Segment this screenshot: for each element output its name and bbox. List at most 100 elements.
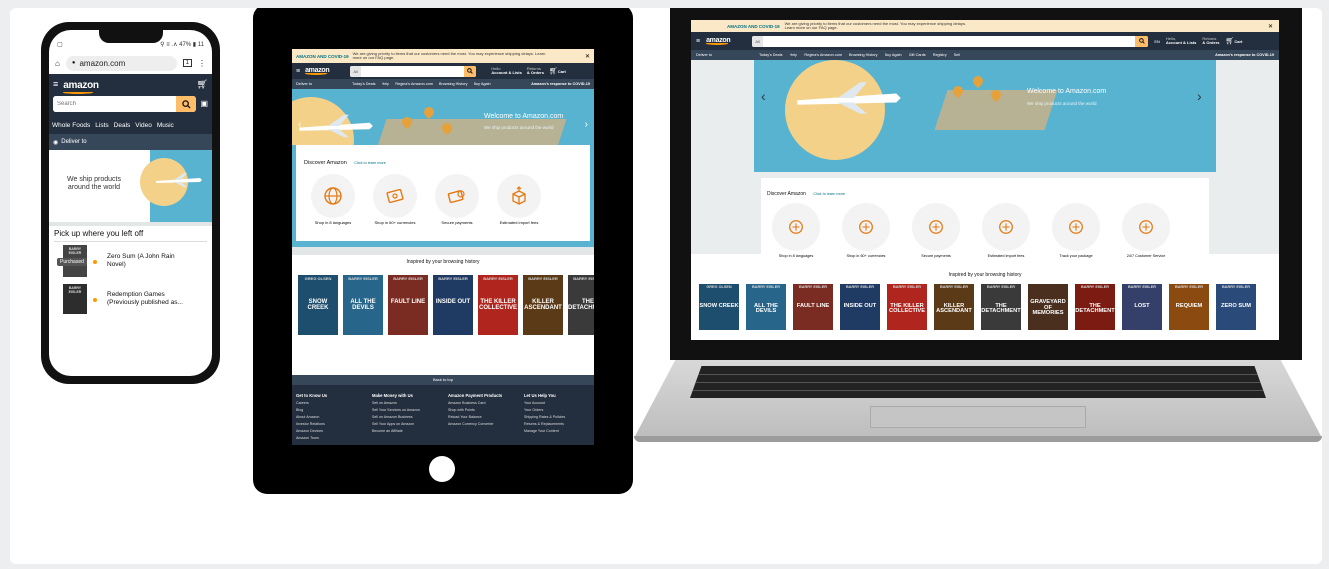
- book-cover[interactable]: BARRY EISLER KILLER ASCENDANT: [523, 275, 563, 335]
- account-menu[interactable]: Hello Account & Lists: [491, 66, 521, 76]
- feature-item[interactable]: Shop in 60+ currencies: [837, 203, 895, 259]
- footer-link[interactable]: About Amazon: [296, 415, 362, 420]
- nav-item[interactable]: Sell: [954, 53, 960, 57]
- nav-item[interactable]: Gift Cards: [909, 53, 926, 57]
- footer-link[interactable]: Amazon Business Card: [448, 401, 514, 406]
- covid-response-link[interactable]: Amazon's response to COVID-19: [1215, 53, 1274, 57]
- orders-menu[interactable]: Returns & Orders: [1202, 36, 1219, 46]
- book-cover[interactable]: BARRY EISLER LOST: [1122, 284, 1162, 330]
- account-menu[interactable]: Hello, Account & Lists: [1166, 36, 1196, 46]
- deliver-to[interactable]: Deliver to: [696, 53, 752, 57]
- book-cover[interactable]: BARRY EISLER THE DETACHMENT: [981, 284, 1021, 330]
- book-cover[interactable]: BARRY EISLER INSIDE OUT: [840, 284, 880, 330]
- covid-response-link[interactable]: Amazon's response to COVID-19: [531, 82, 590, 86]
- book-cover[interactable]: BARRY EISLER ALL THE DEVILS: [746, 284, 786, 330]
- book-cover[interactable]: BARRY EISLER ZERO SUM: [1216, 284, 1256, 330]
- footer-link[interactable]: Blog: [296, 408, 362, 413]
- carousel-prev-icon[interactable]: ‹: [761, 88, 766, 104]
- back-to-top[interactable]: Back to top: [292, 375, 594, 385]
- nav-item[interactable]: Browsing History: [439, 82, 467, 86]
- cart-button[interactable]: 🛒︎Cart: [1226, 37, 1243, 45]
- footer-link[interactable]: Amazon Currency Converter: [448, 422, 514, 427]
- book-cover[interactable]: BARRY EISLER THE DETACHMENT: [568, 275, 594, 335]
- phone-logo[interactable]: amazon: [63, 75, 99, 94]
- nav-item[interactable]: Buy Again: [474, 82, 491, 86]
- search-scope[interactable]: All: [752, 35, 763, 47]
- orders-menu[interactable]: Returns & Orders: [527, 66, 544, 76]
- book-cover[interactable]: BARRY EISLER INSIDE OUT: [433, 275, 473, 335]
- menu-icon[interactable]: ≡: [53, 79, 58, 89]
- covid-title[interactable]: AMAZON AND COVID-19: [296, 54, 349, 59]
- laptop-hero[interactable]: ‹ › Welcome to Amazon.com We ship produc…: [691, 60, 1279, 172]
- nav-item[interactable]: Regina's Amazon.com: [395, 82, 433, 86]
- nav-item[interactable]: Help: [790, 53, 798, 57]
- feature-item[interactable]: Shop in 8 languages: [767, 203, 825, 259]
- book-cover[interactable]: GRAVEYARD OF MEMORIES: [1028, 284, 1068, 330]
- feature-languages[interactable]: Shop in 8 languages: [308, 174, 358, 226]
- phone-nav-item[interactable]: Whole Foods: [52, 122, 90, 129]
- feature-payments[interactable]: Secure payments: [432, 174, 482, 226]
- footer-link[interactable]: Careers: [296, 401, 362, 406]
- footer-link[interactable]: Sell Your Services on Amazon: [372, 408, 438, 413]
- book-cover[interactable]: BARRY EISLER FAULT LINE: [793, 284, 833, 330]
- close-icon[interactable]: ✕: [585, 53, 590, 60]
- footer-link[interactable]: Your Orders: [524, 408, 590, 413]
- phone-nav-item[interactable]: Lists: [95, 122, 108, 129]
- discover-link[interactable]: Click to learn more: [813, 192, 845, 196]
- laptop-search-button[interactable]: [1135, 35, 1149, 47]
- carousel-next-icon[interactable]: ›: [1197, 88, 1202, 104]
- footer-link[interactable]: Manage Your Content: [524, 429, 590, 434]
- trackpad[interactable]: [870, 406, 1086, 428]
- book-cover[interactable]: BARRY EISLER ALL THE DEVILS: [343, 275, 383, 335]
- menu-icon[interactable]: ≡: [696, 38, 700, 45]
- phone-deliver[interactable]: ◉ Deliver to: [49, 134, 212, 150]
- feature-item[interactable]: Track your package: [1047, 203, 1105, 259]
- tablet-search-bar[interactable]: All: [350, 65, 477, 77]
- phone-nav-item[interactable]: Video: [135, 122, 152, 129]
- covid-title[interactable]: AMAZON AND COVID-19: [727, 24, 780, 29]
- list-item[interactable]: BARRY EISLER Redemption Games (Previously…: [49, 280, 212, 318]
- footer-link[interactable]: Sell Your Apps on Amazon: [372, 422, 438, 427]
- book-cover[interactable]: GREG OLSEN SNOW CREEK: [699, 284, 739, 330]
- list-item[interactable]: BARRY EISLER Purchased Zero Sum (A John R…: [49, 242, 212, 280]
- tablet-logo[interactable]: amazon: [305, 67, 330, 75]
- book-cover[interactable]: BARRY EISLER REQUIEM: [1169, 284, 1209, 330]
- phone-search-input[interactable]: [53, 96, 177, 112]
- feature-item[interactable]: 24/7 Customer Service: [1117, 203, 1175, 259]
- nav-item[interactable]: Browsing History: [849, 53, 877, 57]
- language-selector[interactable]: EN: [1154, 39, 1160, 44]
- nav-item[interactable]: Help: [382, 82, 390, 86]
- laptop-search-bar[interactable]: All: [752, 35, 1149, 47]
- nav-item[interactable]: Today's Deals: [352, 82, 376, 86]
- feature-currencies[interactable]: Shop in 60+ currencies: [370, 174, 420, 226]
- footer-link[interactable]: Your Account: [524, 401, 590, 406]
- carousel-next-icon[interactable]: ›: [585, 119, 588, 130]
- laptop-logo[interactable]: amazon: [706, 37, 731, 45]
- nav-item[interactable]: Registry: [933, 53, 947, 57]
- phone-hero[interactable]: We ship products around the world: [49, 150, 212, 222]
- footer-link[interactable]: Investor Relations: [296, 422, 362, 427]
- footer-link[interactable]: Sell on Amazon: [372, 401, 438, 406]
- camera-icon[interactable]: ▣: [200, 96, 208, 112]
- search-scope[interactable]: All: [350, 65, 361, 77]
- deliver-to[interactable]: Deliver to: [296, 82, 346, 86]
- discover-link[interactable]: Click to learn more: [354, 161, 386, 165]
- phone-nav-item[interactable]: Deals: [114, 122, 131, 129]
- footer-link[interactable]: Reload Your Balance: [448, 415, 514, 420]
- carousel-prev-icon[interactable]: ‹: [298, 119, 301, 130]
- phone-url-bar[interactable]: ● amazon.com: [65, 55, 177, 71]
- book-cover[interactable]: GREG OLSEN SNOW CREEK: [298, 275, 338, 335]
- footer-link[interactable]: Become an Affiliate: [372, 429, 438, 434]
- phone-search-button[interactable]: [176, 96, 197, 112]
- phone-nav-item[interactable]: Music: [157, 122, 174, 129]
- footer-link[interactable]: Sell on Amazon Business: [372, 415, 438, 420]
- tab-count[interactable]: 1: [182, 59, 192, 67]
- feature-item[interactable]: Estimated import fees: [977, 203, 1035, 259]
- nav-item[interactable]: Regina's Amazon.com: [804, 53, 842, 57]
- book-cover[interactable]: BARRY EISLER FAULT LINE: [388, 275, 428, 335]
- cart-button[interactable]: 🛒︎Cart: [549, 67, 566, 75]
- tablet-home-button[interactable]: [429, 456, 455, 482]
- feature-import-fees[interactable]: Estimated import fees: [494, 174, 544, 226]
- footer-link[interactable]: Shop with Points: [448, 408, 514, 413]
- more-icon[interactable]: ⋮: [198, 59, 206, 68]
